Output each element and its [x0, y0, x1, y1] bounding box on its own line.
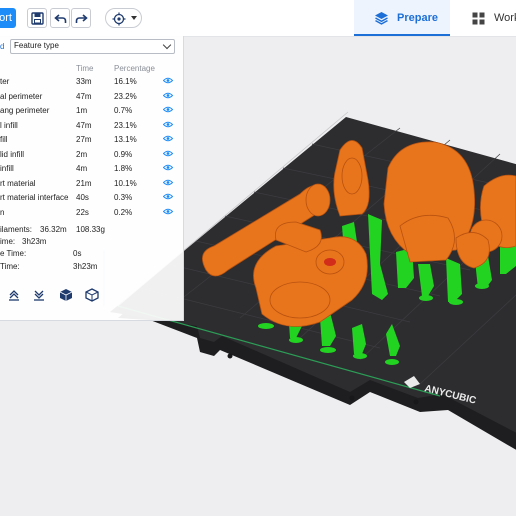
total-time-summary: Time: 3h23m [0, 262, 97, 271]
view-type-value: Feature type [14, 41, 59, 50]
view-mode-select[interactable] [105, 8, 142, 28]
total-time-label: Time: [0, 262, 20, 271]
feature-row: l infill 47m 23.1% [0, 119, 183, 133]
chevron-down-icon [131, 16, 137, 20]
feature-name: fill [0, 135, 8, 144]
feature-time: 4m [76, 164, 88, 173]
eye-icon[interactable] [162, 208, 174, 217]
e-time-label: e Time: [0, 249, 27, 258]
feature-name: infill [0, 164, 14, 173]
eye-icon[interactable] [162, 179, 174, 188]
feature-row: infill 4m 1.8% [0, 162, 183, 176]
filaments-summary: ilaments: 36.32m 108.33g [0, 225, 105, 234]
eye-icon[interactable] [162, 77, 174, 86]
time-summary: ime: 3h23m [0, 237, 46, 246]
undo-icon[interactable] [50, 8, 70, 28]
feature-percentage: 0.9% [114, 149, 133, 159]
feature-name: al perimeter [0, 91, 43, 101]
e-time-value: 0s [73, 249, 82, 258]
feature-time: 47m [76, 120, 92, 130]
feature-percentage: 0.7% [114, 106, 133, 115]
tab-prepare[interactable]: Prepare [354, 0, 450, 36]
feature-name: rt material [0, 178, 36, 188]
eye-icon[interactable] [162, 150, 174, 159]
filaments-label: ilaments: [0, 225, 33, 234]
e-time-summary: e Time: 0s [0, 249, 81, 258]
feature-time: 40s [76, 193, 89, 202]
filaments-length: 36.32m [40, 225, 67, 234]
upload-icon[interactable] [4, 285, 24, 305]
chevron-down-icon [162, 40, 172, 50]
feature-time: 27m [76, 135, 92, 144]
feature-time: 47m [76, 91, 92, 101]
import-button[interactable]: ort [0, 8, 16, 28]
feature-name: ang perimeter [0, 106, 50, 115]
tab-work-label: Work [494, 12, 516, 24]
feature-row: fill 27m 13.1% [0, 133, 183, 147]
feature-row: al perimeter 47m 23.2% [0, 90, 183, 104]
top-toolbar: ort Prepare Work [0, 0, 516, 37]
tab-work[interactable]: Work [472, 0, 516, 36]
feature-percentage: 13.1% [114, 135, 137, 144]
feature-percentage: 10.1% [114, 178, 137, 188]
eye-icon[interactable] [162, 164, 174, 173]
feature-time: 22s [76, 207, 89, 217]
eye-icon[interactable] [162, 106, 174, 115]
feature-time: 21m [76, 178, 92, 188]
feature-row: ang perimeter 1m 0.7% [0, 104, 183, 118]
feature-row: n 22s 0.2% [0, 206, 183, 220]
feature-name: lid infill [0, 149, 25, 159]
cube-outline-icon[interactable] [82, 285, 102, 305]
feature-name: l infill [0, 120, 18, 130]
time-column-header: Time [76, 64, 94, 73]
eye-icon[interactable] [162, 92, 174, 101]
grid-icon [472, 12, 485, 25]
feature-row: rt material interface 40s 0.3% [0, 191, 183, 205]
eye-icon[interactable] [162, 121, 174, 130]
crosshair-icon [112, 12, 126, 26]
feature-percentage: 0.3% [114, 193, 133, 202]
feature-percentage: 23.2% [114, 91, 137, 101]
eye-icon[interactable] [162, 135, 174, 144]
slice-preview-panel: d Feature type Time Percentage ter 33m 1… [0, 36, 184, 321]
filaments-weight: 108.33g [76, 225, 105, 234]
panel-link[interactable]: d [0, 42, 4, 51]
feature-percentage: 0.2% [114, 207, 133, 217]
feature-percentage: 23.1% [114, 120, 137, 130]
layers-icon [375, 12, 388, 25]
feature-time: 1m [76, 106, 88, 115]
tab-prepare-label: Prepare [397, 12, 438, 24]
cube-solid-icon[interactable] [56, 285, 76, 305]
redo-icon[interactable] [71, 8, 91, 28]
feature-time: 2m [76, 149, 88, 159]
feature-name: ter [0, 77, 10, 86]
time-label: ime: [0, 237, 16, 246]
feature-row: ter 33m 16.1% [0, 75, 183, 89]
feature-row: rt material 21m 10.1% [0, 177, 183, 191]
percentage-column-header: Percentage [114, 64, 155, 73]
download-icon[interactable] [29, 285, 49, 305]
feature-row: lid infill 2m 0.9% [0, 148, 183, 162]
feature-name: rt material interface [0, 193, 69, 202]
eye-icon[interactable] [162, 193, 174, 202]
view-type-select[interactable]: Feature type [10, 39, 175, 54]
save-icon[interactable] [27, 8, 47, 28]
feature-percentage: 16.1% [114, 77, 137, 86]
feature-percentage: 1.8% [114, 164, 133, 173]
feature-name: n [0, 207, 5, 217]
feature-time: 33m [76, 77, 92, 86]
model-highlight [324, 258, 336, 266]
time-value: 3h23m [22, 237, 47, 246]
total-time-value: 3h23m [73, 262, 98, 271]
